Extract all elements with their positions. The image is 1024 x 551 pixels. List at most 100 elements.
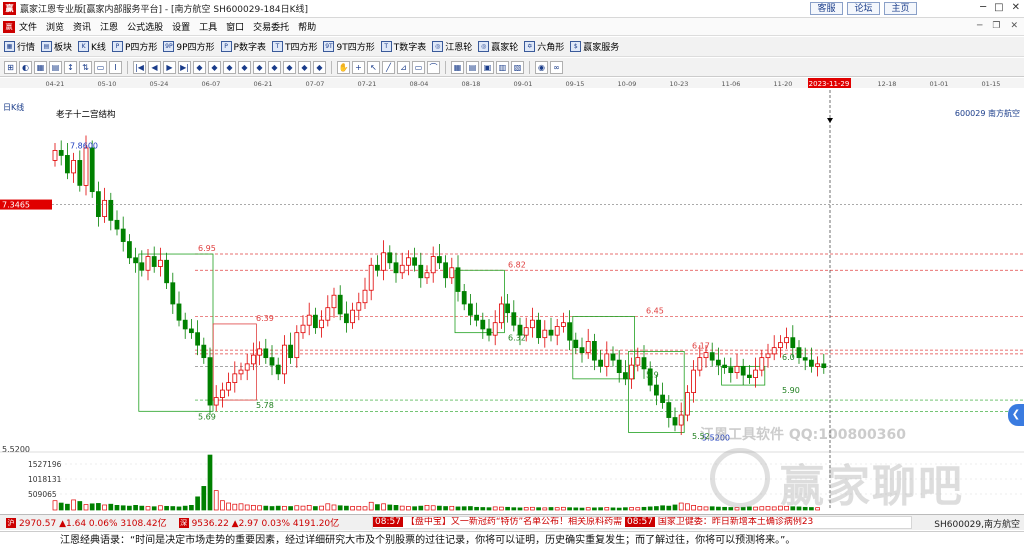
side-expand-button[interactable]: ❮ [1008, 404, 1024, 426]
drawing-tool-button[interactable]: ◆ [268, 60, 281, 74]
toolbar-hexagon-button[interactable]: ✡ 六角形 [524, 40, 564, 53]
watermark-text: 江恩工具软件 QQ:100800360 [700, 427, 906, 443]
candle-body [592, 341, 597, 361]
candle-body [108, 199, 114, 221]
gann-box [138, 253, 214, 412]
toolbar-t-table-button[interactable]: T T数字表 [380, 40, 426, 53]
volume-bar [666, 505, 672, 511]
drawing-tool-button[interactable]: ◐ [19, 60, 32, 74]
menu-news[interactable]: 资讯 [73, 20, 91, 33]
drawing-tool-button[interactable]: ◆ [238, 60, 251, 74]
drawing-tool-button[interactable]: ▤ [466, 60, 479, 74]
drawing-tool-button[interactable]: ◆ [193, 60, 206, 74]
drawing-tool-button[interactable]: ◆ [208, 60, 221, 74]
menu-trade[interactable]: 交易委托 [253, 20, 289, 33]
drawing-tool-button[interactable]: ▧ [511, 60, 524, 74]
volume-bar [697, 506, 703, 511]
drawing-tool-button[interactable]: ▦ [451, 60, 464, 74]
toolbar-gann-wheel-button[interactable]: ◎ 江恩轮 [432, 40, 472, 53]
drawing-tool-button[interactable]: ◆ [253, 60, 266, 74]
drawing-tool-button[interactable]: ◆ [223, 60, 236, 74]
drawing-tool-button[interactable]: ⇅ [79, 60, 92, 74]
drawing-tool-button[interactable]: ▦ [34, 60, 47, 74]
minimize-icon[interactable]: ─ [980, 2, 986, 13]
home-link[interactable]: 主页 [884, 2, 917, 15]
drawing-tool-button[interactable]: ↖ [367, 60, 380, 74]
candle-body [96, 191, 101, 217]
drawing-tool-button[interactable]: ▣ [481, 60, 494, 74]
drawing-tool-button[interactable]: ▭ [94, 60, 107, 74]
sz-index[interactable]: 深 9536.22 ▲2.97 0.03% 4191.20亿 [173, 516, 346, 529]
drawing-tool-button[interactable]: ▤ [49, 60, 62, 74]
volume-bar [567, 507, 572, 511]
drawing-tool-button[interactable]: ◉ [535, 60, 548, 74]
price-annotation: 6.82 [508, 260, 526, 269]
child-close-icon[interactable]: ✕ [1010, 21, 1018, 31]
drawing-tool-button[interactable]: ◆ [313, 60, 326, 74]
drawing-tool-button[interactable]: ✋ [337, 60, 350, 74]
menu-settings[interactable]: 设置 [172, 20, 190, 33]
sh-index-badge: 沪 [6, 517, 16, 528]
candle-body [226, 382, 232, 391]
toolbar-p-square-button[interactable]: P P四方形 [111, 40, 157, 53]
toolbar-service-button[interactable]: $ 赢家服务 [570, 40, 619, 53]
toolbar-sector-button[interactable]: ▤ 板块 [41, 40, 72, 53]
maximize-icon[interactable]: □ [994, 2, 1003, 13]
toolbar-9p-square-button[interactable]: 9P 9P四方形 [163, 40, 215, 53]
drawing-tool-button[interactable]: ▶| [178, 60, 191, 74]
drawing-tool-button[interactable]: ▥ [496, 60, 509, 74]
menu-gann[interactable]: 江恩 [100, 20, 118, 33]
drawing-tool-button[interactable]: ↕ [64, 60, 77, 74]
volume-bar [375, 504, 380, 511]
drawing-tool-button[interactable]: ⊞ [4, 60, 17, 74]
child-minimize-icon[interactable]: ─ [977, 21, 982, 31]
candle-body [350, 309, 356, 324]
kline-chart-svg[interactable]: 04-21 05-10 05-24 06-07 06-21 07-07 07-21 08-04… [0, 78, 1024, 514]
kline-chart[interactable]: 04-21 05-10 05-24 06-07 06-21 07-07 07-21 08-04… [0, 78, 1024, 514]
volume-bar [114, 505, 120, 511]
candle-body [629, 364, 634, 380]
sh-index[interactable]: 沪 2970.57 ▲1.64 0.06% 3108.42亿 [0, 516, 173, 529]
child-restore-icon[interactable]: ❐ [992, 21, 1000, 31]
menu-formula[interactable]: 公式选股 [127, 20, 163, 33]
drawing-tool-button[interactable]: ⊿ [397, 60, 410, 74]
drawing-tool-button[interactable]: + [352, 60, 365, 74]
volume-bar [412, 506, 417, 511]
drawing-tool-button[interactable]: ◀ [148, 60, 161, 74]
candle-body [771, 347, 777, 355]
toolbar-kline-button[interactable]: K K线 [78, 40, 106, 53]
close-icon[interactable]: ✕ [1012, 2, 1020, 13]
candle-body [343, 313, 349, 324]
drawing-tool-button[interactable]: ◆ [283, 60, 296, 74]
volume-bar [313, 506, 318, 511]
menu-file[interactable]: 文件 [19, 20, 37, 33]
candle-body [455, 267, 461, 292]
news-ticker[interactable]: 08:57 【盘中宝】又一新冠药“特仿”名单公布！相关原料药需 08:57 国家… [372, 516, 912, 529]
menu-tools[interactable]: 工具 [199, 20, 217, 33]
toolbar-p-table-button[interactable]: P P数字表 [220, 40, 266, 53]
toolbar-quotes-button[interactable]: ▦ 行情 [4, 40, 35, 53]
drawing-tool-button[interactable]: ▶ [163, 60, 176, 74]
drawing-tool-button[interactable]: ▭ [412, 60, 425, 74]
drawing-tool-button[interactable]: ╱ [382, 60, 395, 74]
toolbar-9t-square-button[interactable]: 9T 9T四方形 [323, 40, 375, 53]
service-link[interactable]: 客服 [810, 2, 843, 15]
menu-browse[interactable]: 浏览 [46, 20, 64, 33]
drawing-tool-button[interactable]: I [109, 60, 122, 74]
date-axis-label: 10-09 [618, 80, 637, 88]
candle-body [213, 397, 219, 406]
candle-body [102, 199, 107, 217]
toolbar-winner-wheel-button[interactable]: ◎ 赢家轮 [478, 40, 518, 53]
drawing-tool-button[interactable]: |◀ [133, 60, 146, 74]
drawing-tool-button[interactable]: ⌒ [427, 60, 440, 74]
drawing-tool-button[interactable]: ◆ [298, 60, 311, 74]
menu-help[interactable]: 帮助 [298, 20, 316, 33]
menu-window[interactable]: 窗口 [226, 20, 244, 33]
volume-bar [585, 507, 591, 511]
title-bar: 赢 赢家江恩专业版[赢家内部服务平台] - [南方航空 SH600029-184… [0, 0, 1024, 18]
toolbar-t-square-button[interactable]: T T四方形 [271, 40, 317, 53]
date-axis-label: 08-04 [410, 80, 429, 88]
volume-bar [195, 496, 200, 511]
drawing-tool-button[interactable]: ∞ [550, 60, 563, 74]
forum-link[interactable]: 论坛 [847, 2, 880, 15]
